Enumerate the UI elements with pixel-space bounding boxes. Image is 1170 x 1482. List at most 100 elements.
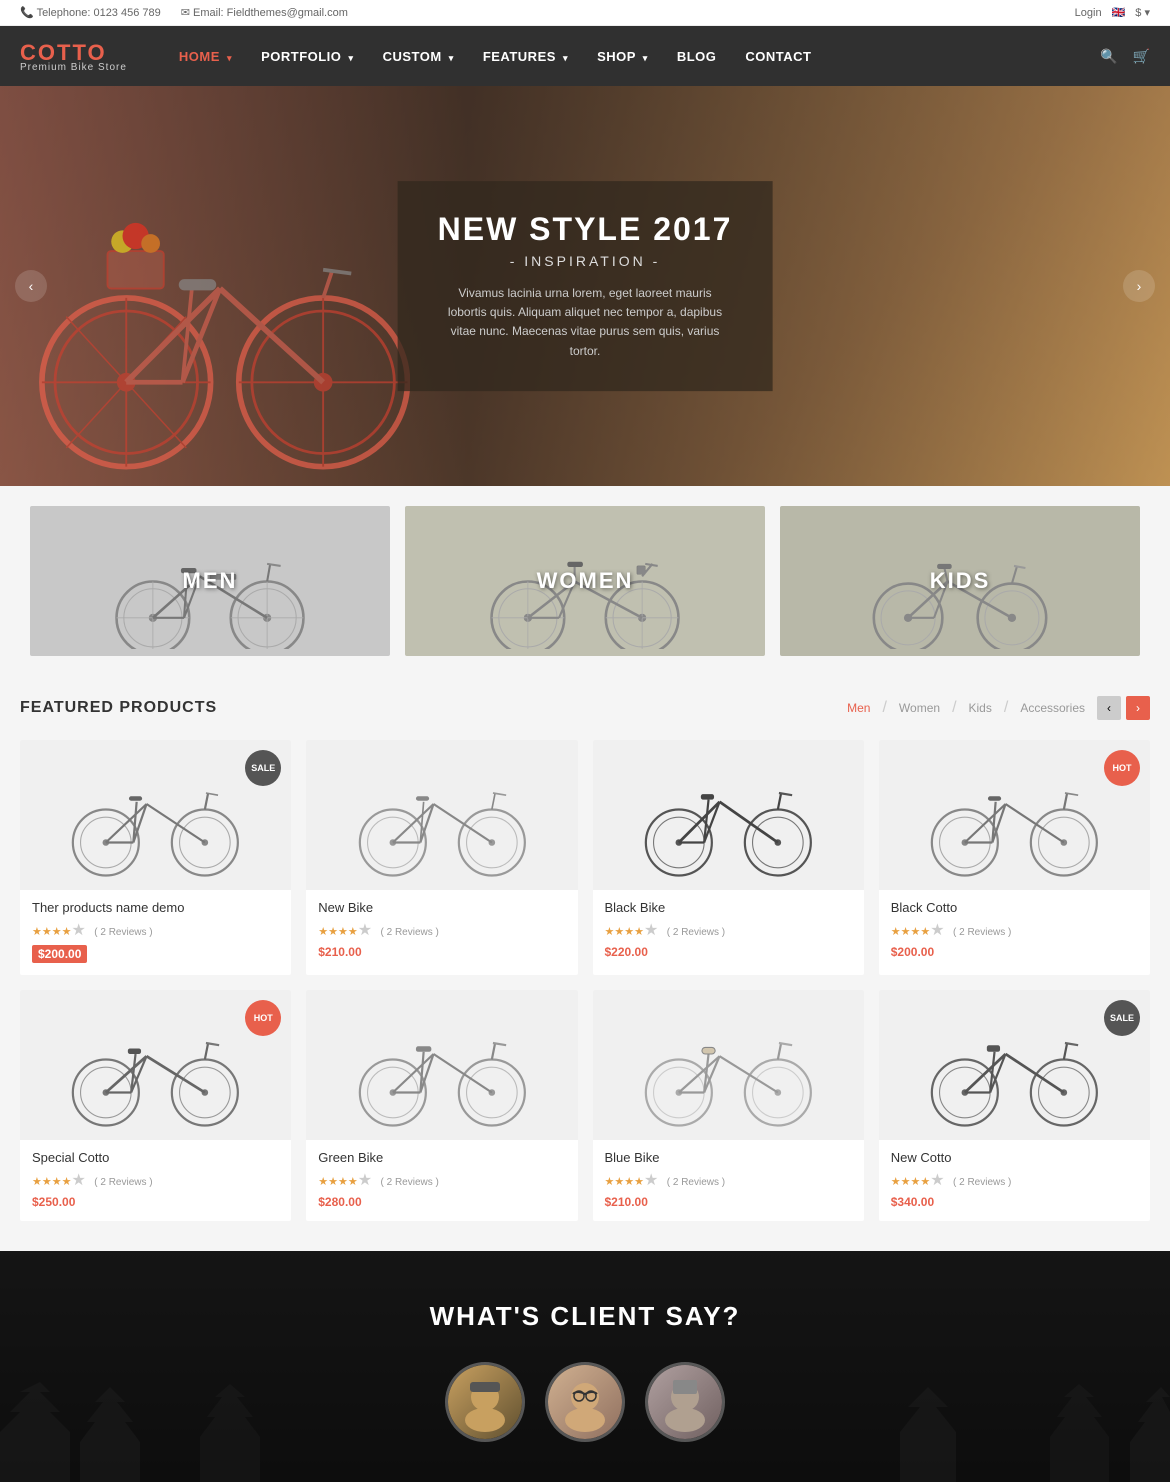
compare-icon[interactable]: ⊞ — [801, 857, 829, 885]
nav-item-shop[interactable]: SHOP ▾ — [585, 41, 660, 72]
product-image-wrap: HOT Add t — [20, 990, 291, 1140]
add-to-cart-button[interactable]: Add to Cart — [311, 857, 482, 885]
quickview-icon[interactable]: ⊕ — [1117, 1107, 1145, 1135]
compare-icon[interactable]: ⊞ — [228, 857, 256, 885]
nav-item-blog[interactable]: BLOG — [665, 41, 729, 72]
testimonials-content: WHAT'S CLIENT SAY? — [20, 1301, 1150, 1442]
wishlist-icon[interactable]: ♥ — [1057, 857, 1085, 885]
product-badge-sale: SALE — [245, 750, 281, 786]
product-card: HOT Add t — [20, 990, 291, 1221]
top-bar: 📞 Telephone: 0123 456 789 ✉ Email: Field… — [0, 0, 1170, 26]
navbar: COTTO Premium Bike Store HOME ▾ PORTFOLI… — [0, 26, 1170, 86]
product-price: $200.00 — [891, 945, 1138, 959]
filter-arrows: ‹ › — [1097, 696, 1150, 720]
product-info: New Cotto ★★★★★ ( 2 Reviews ) $340.00 — [879, 1140, 1150, 1221]
wishlist-icon[interactable]: ♥ — [485, 857, 513, 885]
stars: ★★★★ — [32, 926, 71, 938]
cat-kids-label: KIDS — [780, 506, 1140, 656]
product-name: New Bike — [318, 900, 565, 915]
quickview-icon[interactable]: ⊕ — [258, 1107, 286, 1135]
category-men[interactable]: MEN — [30, 506, 390, 656]
wishlist-icon[interactable]: ♥ — [771, 1107, 799, 1135]
compare-icon[interactable]: ⊞ — [515, 1107, 543, 1135]
add-to-cart-button[interactable]: Add to Cart — [884, 857, 1055, 885]
products-next-button[interactable]: › — [1126, 696, 1150, 720]
logo[interactable]: COTTO Premium Bike Store — [20, 40, 127, 73]
product-rating: ★★★★★ ( 2 Reviews ) — [605, 1170, 852, 1190]
filter-women[interactable]: Women — [899, 701, 940, 715]
quickview-icon[interactable]: ⊕ — [831, 1107, 859, 1135]
product-image-wrap: Add to Cart ♥ ⊞ ⊕ — [593, 740, 864, 890]
quickview-icon[interactable]: ⊕ — [545, 1107, 573, 1135]
cat-men-label: MEN — [30, 506, 390, 656]
product-rating: ★★★★★ ( 2 Reviews ) — [891, 1170, 1138, 1190]
hero-next-button[interactable]: › — [1123, 270, 1155, 302]
compare-icon[interactable]: ⊞ — [515, 857, 543, 885]
price-value: $200.00 — [32, 945, 87, 963]
wishlist-icon[interactable]: ♥ — [485, 1107, 513, 1135]
add-to-cart-button[interactable]: Add to Cart — [25, 1107, 196, 1135]
section-filters: Men / Women / Kids / Accessories ‹ › — [847, 696, 1150, 720]
compare-icon[interactable]: ⊞ — [801, 1107, 829, 1135]
login-link[interactable]: Login — [1075, 7, 1102, 19]
nav-item-portfolio[interactable]: PORTFOLIO ▾ — [249, 41, 365, 72]
quickview-icon[interactable]: ⊕ — [545, 857, 573, 885]
product-price: $210.00 — [318, 945, 565, 959]
compare-icon[interactable]: ⊞ — [1087, 1107, 1115, 1135]
hero-content: NEW STYLE 2017 - INSPIRATION - Vivamus l… — [398, 181, 773, 391]
quickview-icon[interactable]: ⊕ — [258, 857, 286, 885]
compare-icon[interactable]: ⊞ — [228, 1107, 256, 1135]
add-to-cart-button[interactable]: Add to Cart — [25, 857, 196, 885]
product-name: Blue Bike — [605, 1150, 852, 1165]
wishlist-icon[interactable]: ♥ — [198, 1107, 226, 1135]
product-info: Black Cotto ★★★★★ ( 2 Reviews ) $200.00 — [879, 890, 1150, 971]
nav-item-home[interactable]: HOME ▾ — [167, 41, 244, 72]
product-price: $280.00 — [318, 1195, 565, 1209]
product-price: $200.00 — [32, 945, 279, 963]
product-badge-sale: SALE — [1104, 1000, 1140, 1036]
reviews-count: ( 2 Reviews ) — [94, 927, 152, 938]
search-icon[interactable]: 🔍 — [1100, 48, 1117, 65]
filter-kids[interactable]: Kids — [969, 701, 992, 715]
product-image-wrap: Add to Cart ♥ ⊞ ⊕ — [306, 990, 577, 1140]
compare-icon[interactable]: ⊞ — [1087, 857, 1115, 885]
product-image-wrap: Add to Cart ♥ ⊞ ⊕ — [593, 990, 864, 1140]
nav-menu: HOME ▾ PORTFOLIO ▾ CUSTOM ▾ FEATURES ▾ S… — [167, 41, 1100, 72]
product-image-wrap: Add to Cart ♥ ⊞ ⊕ — [306, 740, 577, 890]
quickview-icon[interactable]: ⊕ — [831, 857, 859, 885]
wishlist-icon[interactable]: ♥ — [198, 857, 226, 885]
quickview-icon[interactable]: ⊕ — [1117, 857, 1145, 885]
product-card: HOT Add t — [879, 740, 1150, 975]
products-prev-button[interactable]: ‹ — [1097, 696, 1121, 720]
wishlist-icon[interactable]: ♥ — [771, 857, 799, 885]
product-rating: ★★★★★ ( 2 Reviews ) — [891, 920, 1138, 940]
hero-subtitle: - INSPIRATION - — [438, 253, 733, 269]
add-to-cart-button[interactable]: Add to Cart — [311, 1107, 482, 1135]
flag-icon[interactable]: 🇬🇧 — [1112, 6, 1126, 19]
testimonials-title: WHAT'S CLIENT SAY? — [20, 1301, 1150, 1332]
filter-accessories[interactable]: Accessories — [1020, 701, 1085, 715]
product-card: Add to Cart ♥ ⊞ ⊕ Black Bike ★★★★★ ( 2 R… — [593, 740, 864, 975]
add-to-cart-button[interactable]: Add to Cart — [598, 1107, 769, 1135]
currency-selector[interactable]: $ ▾ — [1135, 6, 1150, 19]
top-bar-left: 📞 Telephone: 0123 456 789 ✉ Email: Field… — [20, 6, 348, 19]
add-to-cart-button[interactable]: Add to Cart — [884, 1107, 1055, 1135]
wishlist-icon[interactable]: ♥ — [1057, 1107, 1085, 1135]
cat-women-label: WOMEN — [405, 506, 765, 656]
cart-icon[interactable]: 🛒 — [1133, 48, 1150, 65]
product-name: Black Cotto — [891, 900, 1138, 915]
nav-item-custom[interactable]: CUSTOM ▾ — [371, 41, 466, 72]
category-women[interactable]: WOMEN — [405, 506, 765, 656]
product-price: $210.00 — [605, 1195, 852, 1209]
phone-info: 📞 Telephone: 0123 456 789 — [20, 6, 161, 19]
category-kids[interactable]: KIDS — [780, 506, 1140, 656]
filter-men[interactable]: Men — [847, 701, 870, 715]
product-price: $340.00 — [891, 1195, 1138, 1209]
product-info: Special Cotto ★★★★★ ( 2 Reviews ) $250.0… — [20, 1140, 291, 1221]
nav-item-features[interactable]: FEATURES ▾ — [471, 41, 580, 72]
hero-prev-button[interactable]: ‹ — [15, 270, 47, 302]
add-to-cart-button[interactable]: Add to Cart — [598, 857, 769, 885]
product-rating: ★★★★★ ( 2 Reviews ) — [318, 1170, 565, 1190]
product-card: Add to Cart ♥ ⊞ ⊕ Green Bike ★★★★★ ( 2 R… — [306, 990, 577, 1221]
nav-item-contact[interactable]: CONTACT — [733, 41, 823, 72]
